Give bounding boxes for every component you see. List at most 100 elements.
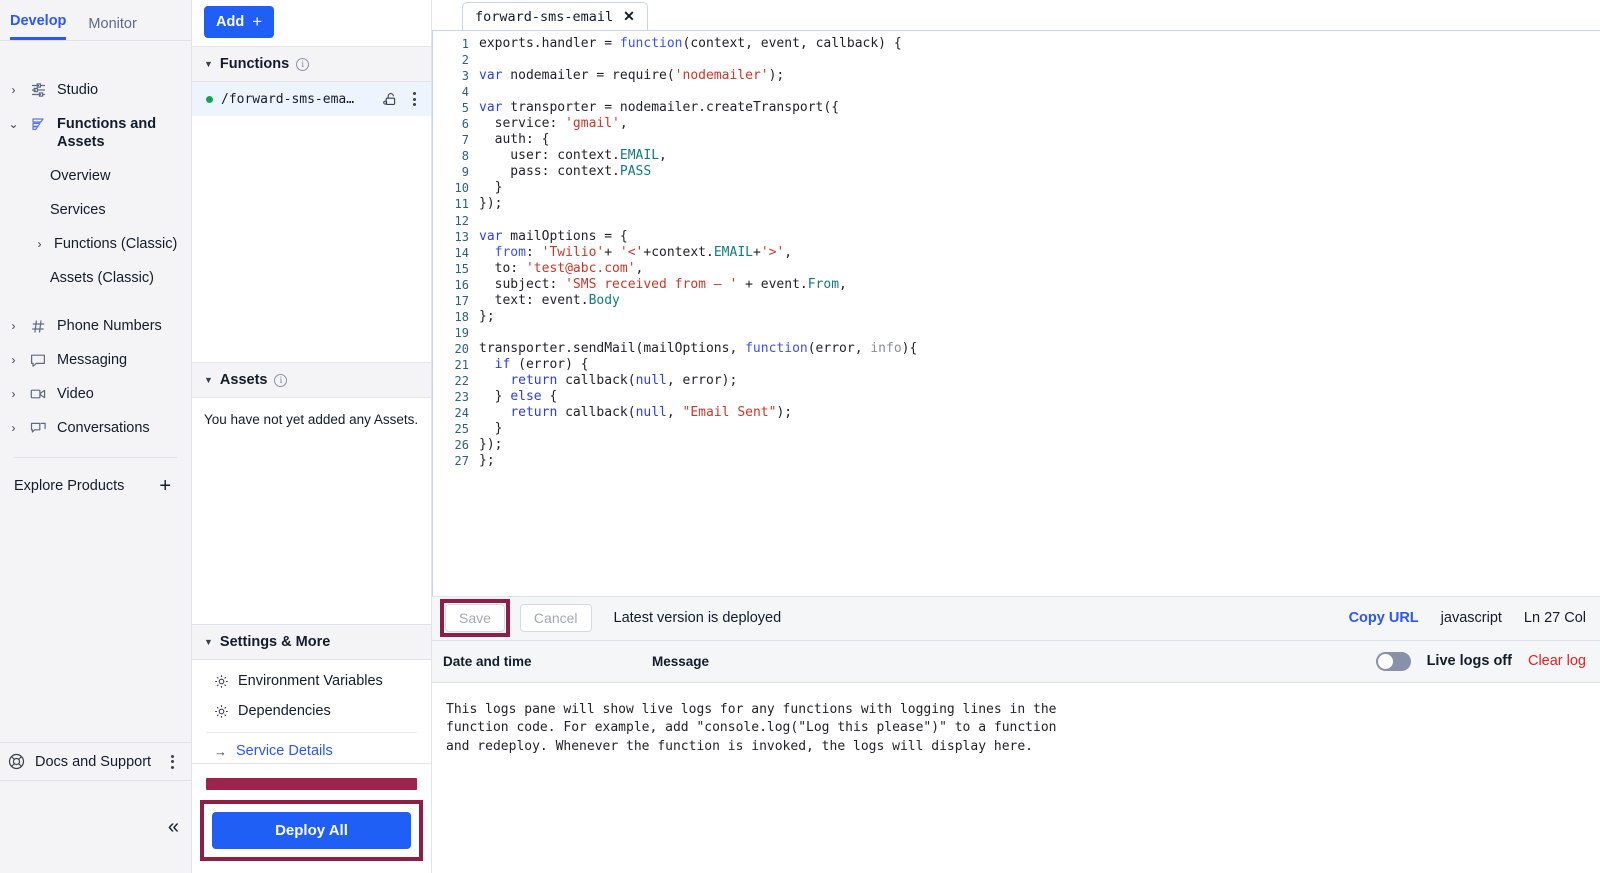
sidebar-item-messaging[interactable]: › Messaging xyxy=(0,343,191,377)
plus-icon: + xyxy=(252,12,263,31)
function-more-options-icon[interactable] xyxy=(407,92,421,106)
assets-section-header[interactable]: ▼ Assets i xyxy=(192,362,431,398)
deploy-all-annotation-box: Deploy All xyxy=(200,800,423,861)
logs-placeholder-text: This logs pane will show live logs for a… xyxy=(446,701,1057,754)
nav-tab-strip: Develop Monitor xyxy=(0,0,191,41)
line-number: 5 xyxy=(461,101,469,116)
chat-icon xyxy=(28,351,48,369)
sidebar-item-label: Messaging xyxy=(57,352,128,368)
line-source: } xyxy=(479,421,503,437)
docs-and-support-label: Docs and Support xyxy=(35,753,152,770)
line-number: 20 xyxy=(454,341,469,356)
settings-divider xyxy=(206,732,417,733)
save-button[interactable]: Save xyxy=(445,604,505,633)
deploy-zone: Deploy All xyxy=(192,763,431,873)
chevron-right-icon: › xyxy=(11,353,16,367)
code-line: 1 exports.handler = function(context, eve… xyxy=(433,36,1600,52)
code-line: 11}); xyxy=(433,196,1600,212)
line-source: return callback(null, "Email Sent"); xyxy=(510,405,793,421)
lifebuoy-icon xyxy=(8,753,25,770)
line-number: 17 xyxy=(454,293,469,308)
editor-action-bar: Save Cancel Latest version is deployed C… xyxy=(432,595,1600,641)
sidebar-item-label: Video xyxy=(57,386,94,402)
chevron-right-icon: › xyxy=(11,421,16,435)
line-number: 6 xyxy=(461,117,469,132)
line-number: 3 xyxy=(461,69,469,84)
close-icon[interactable]: ✕ xyxy=(623,8,635,25)
settings-section-header[interactable]: ▼ Settings & More xyxy=(192,624,431,660)
sidebar-item-label: Functions (Classic) xyxy=(54,236,178,252)
line-number: 4 xyxy=(461,85,469,100)
sidebar-item-services[interactable]: Services xyxy=(0,193,191,227)
line-source: pass: context.PASS xyxy=(479,164,652,180)
plus-icon: + xyxy=(159,475,171,497)
gear-icon xyxy=(214,674,229,689)
code-line: 20 transporter.sendMail(mailOptions, func… xyxy=(433,341,1600,357)
add-button-wrap: Add + xyxy=(192,0,431,46)
add-button[interactable]: Add + xyxy=(204,6,275,38)
live-logs-label: Live logs off xyxy=(1426,653,1512,670)
code-line: 24 return callback(null, "Email Sent"); xyxy=(433,405,1600,421)
code-line: 22 return callback(null, error); xyxy=(433,373,1600,389)
docs-and-support-row[interactable]: Docs and Support xyxy=(0,742,191,781)
more-options-icon[interactable] xyxy=(165,754,179,769)
collapse-sidebar-button[interactable]: « xyxy=(168,816,179,839)
code-line: 6 service: 'gmail', xyxy=(433,116,1600,132)
line-source: }); xyxy=(479,437,503,453)
code-line: 21 if (error) { xyxy=(433,357,1600,373)
line-number: 8 xyxy=(461,149,469,164)
info-icon[interactable]: i xyxy=(274,373,288,387)
language-indicator[interactable]: javascript xyxy=(1441,610,1502,626)
collapse-row: « xyxy=(0,781,191,873)
function-list-item[interactable]: /forward-sms-ema… xyxy=(192,82,431,116)
line-source: }; xyxy=(479,453,495,469)
sidebar-item-conversations[interactable]: › Conversations xyxy=(0,411,191,445)
settings-section-title: Settings & More xyxy=(219,634,331,650)
sidebar-item-assets-classic[interactable]: Assets (Classic) xyxy=(0,261,191,295)
sidebar-item-studio[interactable]: › Studio xyxy=(0,73,191,107)
info-icon[interactable]: i xyxy=(296,57,310,71)
service-details-link[interactable]: → Service Details xyxy=(192,739,431,763)
sidebar-item-overview[interactable]: Overview xyxy=(0,159,191,193)
code-line: 27}; xyxy=(433,453,1600,469)
functions-section-title: Functions xyxy=(219,56,290,72)
redacted-bar xyxy=(206,778,417,790)
live-logs-toggle[interactable] xyxy=(1375,651,1411,671)
functions-section-header[interactable]: ▼ Functions i xyxy=(192,46,431,82)
line-source: } else { xyxy=(479,389,558,405)
functions-icon xyxy=(28,115,48,133)
line-source: subject: 'SMS received from – ' + event.… xyxy=(479,276,847,292)
sidebar-item-phone-numbers[interactable]: › Phone Numbers xyxy=(0,309,191,343)
clear-logs-button[interactable]: Clear log xyxy=(1528,653,1586,669)
settings-item-dependencies[interactable]: Dependencies xyxy=(192,696,431,726)
gear-icon xyxy=(214,704,229,719)
code-line: 17 text: event.Body xyxy=(433,293,1600,309)
code-line: 12 xyxy=(433,213,1600,229)
sidebar-item-video[interactable]: › Video xyxy=(0,377,191,411)
lock-icon[interactable] xyxy=(382,91,399,107)
line-number: 24 xyxy=(454,406,469,421)
editor-file-tab[interactable]: forward-sms-email ✕ xyxy=(462,2,648,30)
deploy-all-button[interactable]: Deploy All xyxy=(212,812,411,849)
line-source: if (error) { xyxy=(494,356,589,372)
settings-item-label: Dependencies xyxy=(238,703,331,719)
tab-monitor[interactable]: Monitor xyxy=(88,16,136,40)
line-number: 21 xyxy=(454,357,469,372)
explore-products-button[interactable]: Explore Products + xyxy=(0,458,191,497)
tab-develop[interactable]: Develop xyxy=(10,13,67,40)
cancel-button[interactable]: Cancel xyxy=(519,604,592,633)
line-source: }); xyxy=(479,196,503,212)
hash-icon xyxy=(28,317,48,335)
settings-item-environment-variables[interactable]: Environment Variables xyxy=(192,666,431,696)
studio-icon xyxy=(28,81,48,99)
line-source: auth: { xyxy=(479,132,550,148)
sidebar-item-functions-classic[interactable]: › Functions (Classic) xyxy=(0,227,191,261)
chevron-right-icon: › xyxy=(11,319,16,333)
code-editor[interactable]: 1 exports.handler = function(context, eve… xyxy=(432,30,1600,479)
code-lines: 1 exports.handler = function(context, eve… xyxy=(433,31,1600,469)
copy-url-button[interactable]: Copy URL xyxy=(1349,610,1419,626)
line-number: 7 xyxy=(461,133,469,148)
sidebar-item-functions-and-assets[interactable]: ⌄ Functions and Assets xyxy=(0,107,191,159)
editor-tab-bar: forward-sms-email ✕ xyxy=(432,0,1600,30)
